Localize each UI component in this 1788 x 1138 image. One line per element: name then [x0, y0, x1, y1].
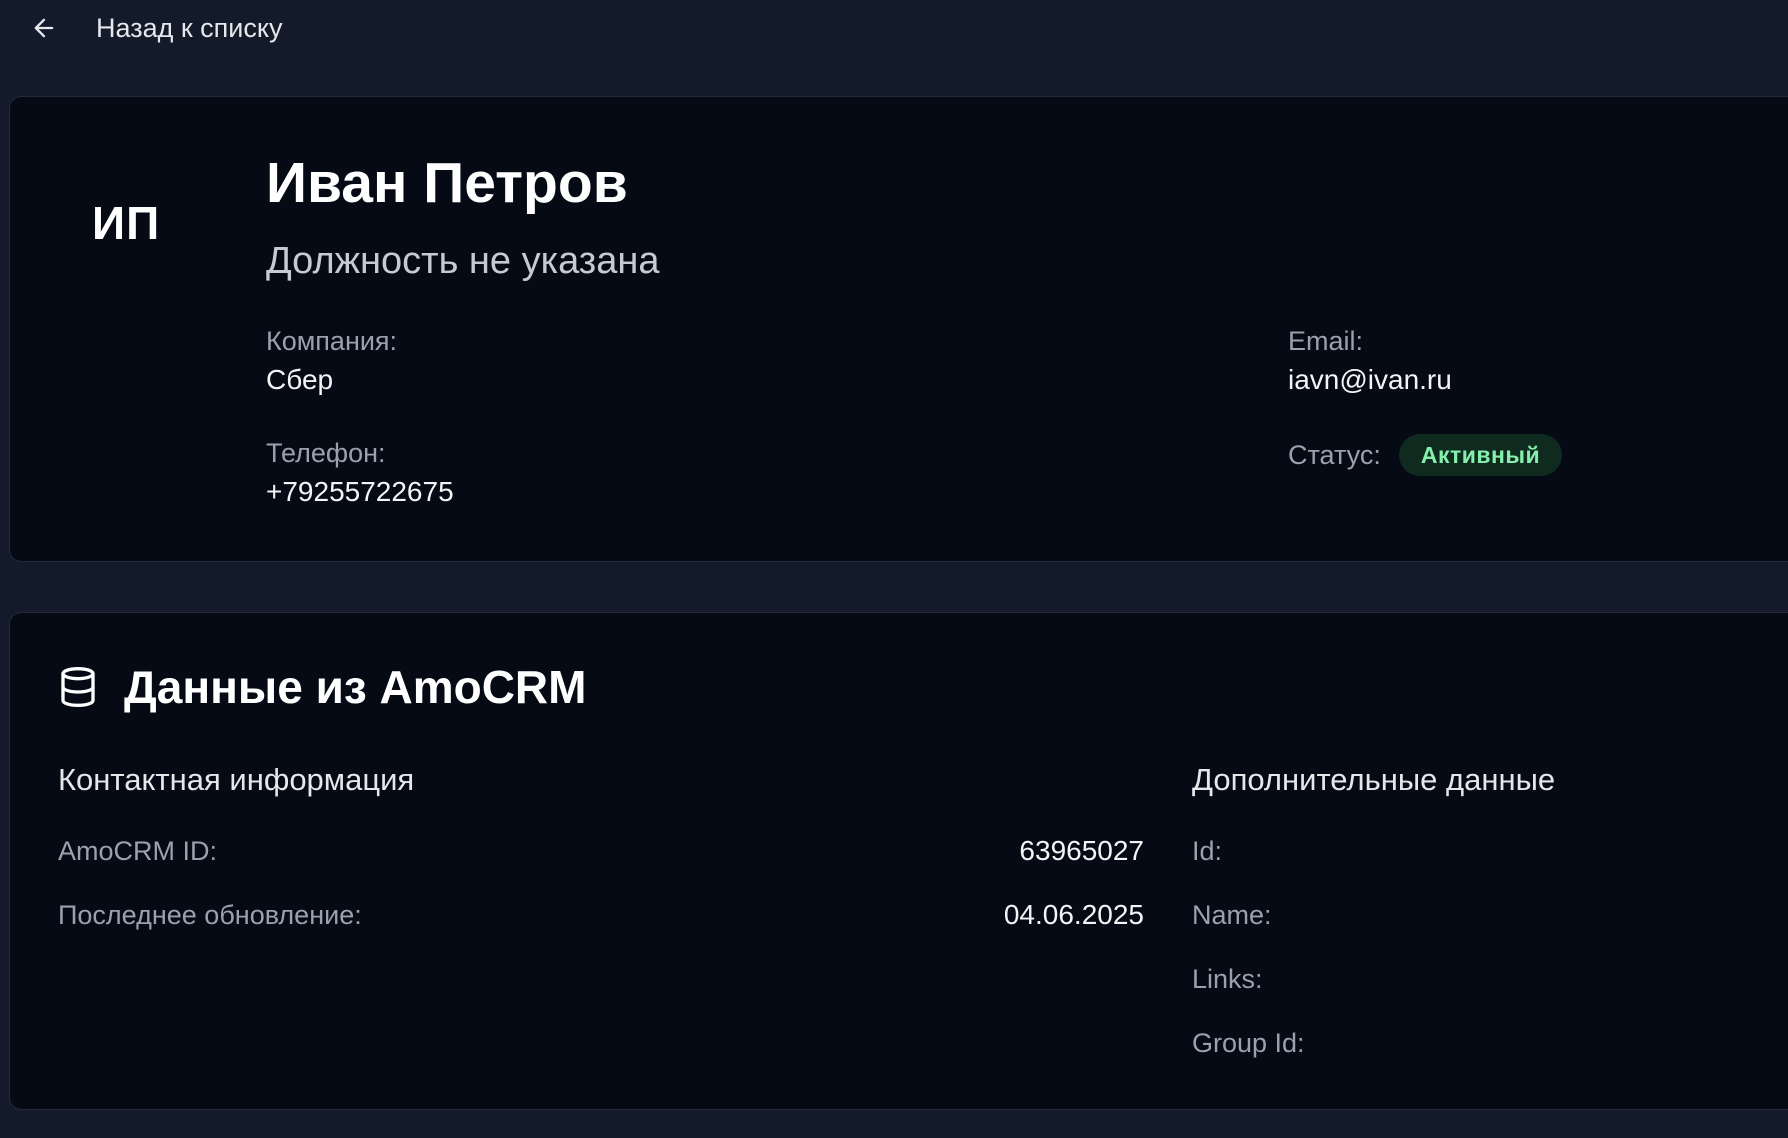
- email-value: iavn@ivan.ru: [1288, 364, 1452, 395]
- avatar-initials: ИП: [92, 197, 161, 249]
- extra-links-label: Links:: [1192, 964, 1263, 994]
- amocrm-header: Данные из AmoCRM: [58, 660, 586, 714]
- status-badge: Активный: [1398, 434, 1563, 476]
- email-label: Email:: [1288, 326, 1364, 356]
- contact-info-title: Контактная информация: [58, 762, 415, 797]
- arrow-left-icon: [30, 10, 66, 46]
- amocrm-title: Данные из AmoCRM: [124, 661, 587, 713]
- extra-name-label: Name:: [1192, 900, 1272, 930]
- phone-label: Телефон:: [266, 438, 386, 468]
- amocrm-id-label: AmoCRM ID:: [58, 836, 218, 866]
- extra-group-id-label: Group Id:: [1192, 1028, 1305, 1058]
- extra-id-label: Id:: [1192, 836, 1223, 866]
- company-label: Компания:: [266, 326, 398, 356]
- database-icon: [58, 665, 98, 709]
- back-label: Назад к списку: [96, 12, 283, 43]
- status-label: Статус:: [1288, 439, 1381, 470]
- last-update-value: 04.06.2025: [1003, 899, 1144, 930]
- amocrm-id-value: 63965027: [1019, 835, 1144, 866]
- contact-position: Должность не указана: [266, 240, 660, 282]
- last-update-label: Последнее обновление:: [58, 900, 362, 930]
- phone-value: +79255722675: [266, 476, 454, 507]
- status-row: Статус: Активный: [1288, 434, 1563, 476]
- company-value: Сбер: [266, 364, 334, 395]
- contact-name: Иван Петров: [266, 151, 628, 215]
- back-to-list-link[interactable]: Назад к списку: [30, 6, 283, 50]
- extra-data-title: Дополнительные данные: [1192, 762, 1556, 797]
